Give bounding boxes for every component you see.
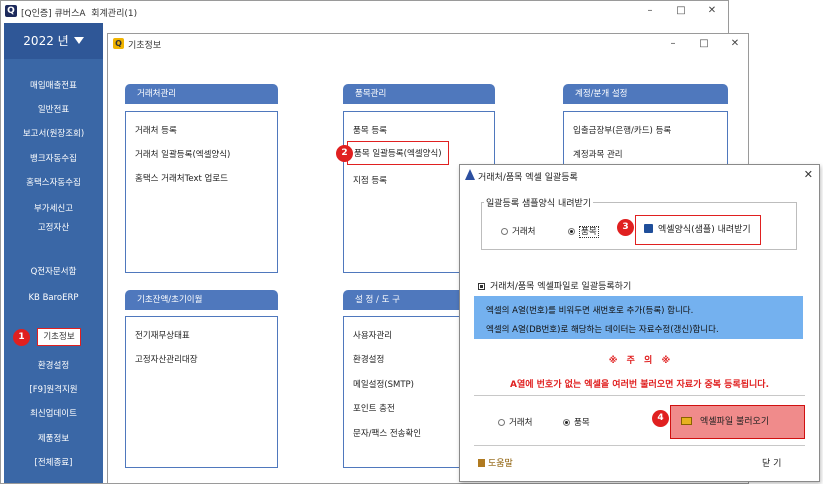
year-label: 2022 년 (23, 34, 69, 48)
menu-point-charge[interactable]: 포인트 충전 (353, 402, 395, 414)
excel-bulk-dialog: 거래처/품목 엑셀 일괄등록 ✕ 일괄등록 샘플양식 내려받기 거래처 품목 엑… (459, 164, 820, 482)
help-link[interactable]: 도움말 (478, 456, 513, 469)
basic-info-logo-icon: Q (113, 38, 124, 49)
basic-info-titlebar: Q 기초정보 – □ ✕ (108, 34, 748, 54)
sample-radio-product-label: 품목 (579, 226, 599, 238)
app-logo-icon: Q (5, 5, 17, 17)
callout-badge-3: 3 (617, 219, 634, 236)
info-panel: 엑셀의 A열(번호)를 비워두면 새번호로 추가(등록) 합니다. 엑셀의 A열… (474, 296, 803, 339)
sample-download-group-label: 일괄등록 샘플양식 내려받기 (484, 196, 594, 209)
bulk-register-checkbox[interactable]: 거래처/품목 엑셀파일로 일괄등록하기 (478, 279, 631, 292)
dialog-close-button[interactable]: 닫 기 (762, 456, 781, 469)
load-radio-product[interactable]: 품목 (563, 416, 590, 428)
menu-product-bulk-register[interactable]: 품목 일괄등록(엑셀양식) (347, 141, 449, 165)
callout-badge-4: 4 (652, 410, 669, 427)
info-close-button[interactable]: ✕ (727, 37, 743, 51)
help-link-label: 도움말 (488, 459, 513, 469)
sidebar-item-hometax-collect[interactable]: 홈택스자동수집 (4, 174, 103, 192)
radio-on-icon (563, 419, 570, 426)
sample-radio-product[interactable]: 품목 (568, 225, 599, 238)
section-header-account: 계정/분개 설정 (563, 84, 728, 104)
load-excel-button[interactable]: 엑셀파일 불러오기 (670, 405, 805, 439)
load-radio-product-label: 품목 (574, 418, 590, 428)
section-header-opening: 기초잔액/초기이월 (125, 290, 278, 310)
sidebar-item-fixed-assets[interactable]: 고정자산 (4, 219, 103, 237)
folder-open-icon (681, 417, 692, 425)
radio-on-icon (568, 228, 575, 235)
sidebar-item-product-info[interactable]: 제품정보 (4, 430, 103, 448)
radio-off-icon (501, 228, 508, 235)
radio-off-icon (498, 419, 505, 426)
menu-user-manage[interactable]: 사용자관리 (353, 329, 392, 341)
warning-title: ※ 주 의 ※ (608, 356, 671, 366)
menu-bank-card-ledger[interactable]: 입출금장부(은행/카드) 등록 (573, 124, 671, 136)
dialog-titlebar: 거래처/품목 엑셀 일괄등록 ✕ (460, 165, 819, 185)
sidebar-item-sales-purchase-voucher[interactable]: 매입매출전표 (4, 77, 103, 95)
maximize-button[interactable]: □ (673, 4, 689, 18)
dialog-close-icon[interactable]: ✕ (804, 168, 813, 181)
info-maximize-button[interactable]: □ (696, 37, 712, 51)
floppy-disk-icon (644, 224, 653, 233)
section-header-client: 거래처관리 (125, 84, 278, 104)
sample-radio-client-label: 거래처 (512, 227, 536, 237)
divider (474, 395, 805, 396)
main-titlebar: Q [Q인증] 큐버스A 회계관리(1) – □ ✕ (1, 1, 728, 23)
menu-fixed-asset-ledger[interactable]: 고정자산관리대장 (135, 353, 198, 365)
menu-mail-settings[interactable]: 메일설정(SMTP) (353, 378, 414, 390)
info-minimize-button[interactable]: – (665, 37, 681, 51)
dialog-triangle-icon (465, 169, 475, 180)
section-client: 거래처 등록 거래처 일괄등록(엑셀양식) 홈택스 거래처Text 업로드 (125, 111, 278, 273)
load-excel-label: 엑셀파일 불러오기 (700, 417, 770, 427)
close-button[interactable]: ✕ (704, 4, 720, 18)
sidebar-item-basic-info[interactable]: 기초정보 (37, 328, 81, 346)
menu-client-bulk-register[interactable]: 거래처 일괄등록(엑셀양식) (135, 148, 230, 160)
sidebar-item-exit-all[interactable]: [전체종료] (4, 454, 103, 472)
sidebar-item-vat-report[interactable]: 부가세신고 (4, 200, 103, 218)
dialog-title: 거래처/품목 엑셀 일괄등록 (478, 173, 578, 183)
bulk-register-label: 거래처/품목 엑셀파일로 일괄등록하기 (490, 282, 632, 292)
main-window-title: [Q인증] 큐버스A 회계관리(1) (21, 9, 138, 19)
sidebar-item-update[interactable]: 최신업데이트 (4, 405, 103, 423)
divider (474, 445, 805, 446)
sidebar-item-bank-collect[interactable]: 뱅크자동수집 (4, 150, 103, 168)
info-line-2: 엑셀의 A열(DB번호)로 해당하는 데이터는 자료수정(갱신)합니다. (486, 325, 719, 335)
load-radio-client[interactable]: 거래처 (498, 416, 532, 428)
help-icon (478, 459, 485, 467)
section-opening: 전기재무상태표 고정자산관리대장 (125, 316, 278, 468)
menu-environment-settings[interactable]: 환경설정 (353, 353, 384, 365)
menu-client-register[interactable]: 거래처 등록 (135, 124, 177, 136)
menu-account-manage[interactable]: 계정과목 관리 (573, 148, 623, 160)
checkbox-checked-icon (478, 283, 485, 290)
minimize-button[interactable]: – (642, 4, 658, 18)
sidebar: 2022 년 매입매출전표 일반전표 보고서(원장조회) 뱅크자동수집 홈택스자… (4, 23, 103, 483)
sidebar-item-q-documents[interactable]: Q전자문서함 (4, 263, 103, 281)
menu-product-register[interactable]: 품목 등록 (353, 124, 387, 136)
menu-hometax-client-upload[interactable]: 홈택스 거래처Text 업로드 (135, 172, 228, 184)
menu-sms-fax-check[interactable]: 문자/팩스 전송확인 (353, 427, 421, 439)
callout-badge-1: 1 (13, 329, 30, 346)
download-sample-button[interactable]: 엑셀양식(샘플) 내려받기 (635, 215, 761, 245)
sidebar-item-reports[interactable]: 보고서(원장조회) (4, 125, 103, 143)
sample-radio-client[interactable]: 거래처 (501, 225, 535, 237)
load-radio-client-label: 거래처 (509, 418, 533, 428)
menu-prior-balance-sheet[interactable]: 전기재무상태표 (135, 329, 190, 341)
info-line-1: 엑셀의 A열(번호)를 비워두면 새번호로 추가(등록) 합니다. (486, 306, 694, 316)
callout-badge-2: 2 (336, 145, 353, 162)
download-sample-label: 엑셀양식(샘플) 내려받기 (658, 225, 751, 235)
section-header-product: 품목관리 (343, 84, 495, 104)
year-selector[interactable]: 2022 년 (4, 23, 103, 59)
basic-info-title: 기초정보 (128, 41, 162, 51)
sidebar-item-kb-baroerp[interactable]: KB BaroERP (4, 289, 103, 307)
dropdown-triangle-icon (73, 37, 84, 44)
sidebar-item-remote-support[interactable]: [F9]원격지원 (4, 381, 103, 399)
sidebar-item-general-voucher[interactable]: 일반전표 (4, 101, 103, 119)
menu-branch-register[interactable]: 지점 등록 (353, 174, 387, 186)
sidebar-item-settings[interactable]: 환경설정 (4, 357, 103, 375)
warning-text: A열에 번호가 없는 엑셀을 여러번 불러오면 자료가 중복 등록됩니다. (509, 380, 769, 390)
